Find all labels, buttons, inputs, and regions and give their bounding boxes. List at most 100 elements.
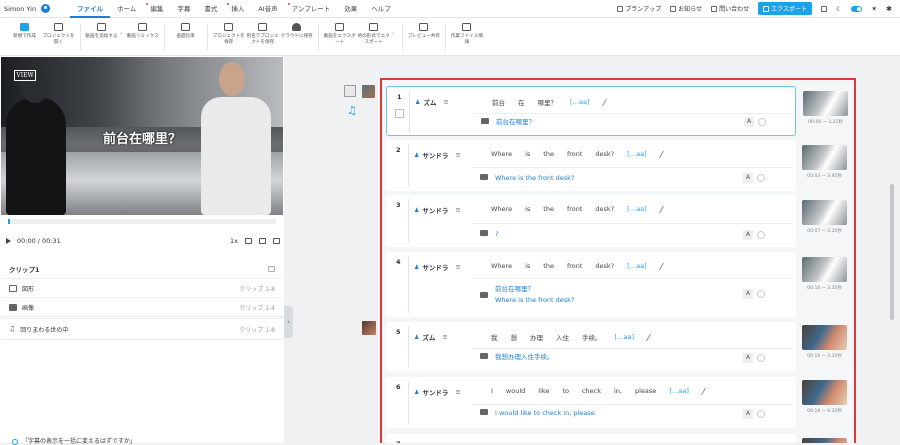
tool-save-as[interactable]: 別名でプロジェクトを保存 [246,18,279,45]
word-line[interactable]: 前台在哪里？ […aa] [492,97,607,107]
status-circle-icon[interactable] [757,231,765,239]
left-panel: VIEW 前台在哪里？ 00:00 / 00:31 1x クリップ1 図形 クリ… [0,56,284,443]
status-circle-icon[interactable] [757,290,765,298]
font-badge[interactable]: A [743,353,753,363]
word-line[interactable]: Where is the front desk? […aa] [491,150,664,158]
segment-row[interactable]: 6 ♟ サンドラ ≡ Iwould like to check in, please […aa… [386,377,847,428]
music-track-icon[interactable]: ♫ [347,104,357,117]
status-circle-icon[interactable] [757,174,765,182]
pencil-icon [652,205,664,213]
status-circle-icon[interactable] [757,354,765,362]
pin-icon[interactable]: ✶ [871,5,877,13]
speed-button[interactable]: 1x [230,237,238,245]
segment-row[interactable]: 2 ♟ サンドラ ≡ Where is the front desk? […aa] Wher… [386,140,847,191]
image-track-icon[interactable] [362,85,375,98]
segment-thumbnail[interactable]: 00:03 ~ 3.95秒 [802,145,847,179]
user-menu[interactable]: Simon Yin [0,4,70,13]
speaker-label[interactable]: ♟ サンドラ ≡ [414,387,461,397]
segment-row[interactable]: 4 ♟ サンドラ ≡ Where is the front desk? […aa] 前台在哪… [386,252,847,317]
chevron-down-icon[interactable]: ⌄ [119,30,123,36]
segment-thumbnail[interactable] [802,438,847,443]
segment-thumbnail[interactable]: 00:16 ~ 3.35秒 [802,325,847,359]
image-track-icon[interactable] [362,321,376,335]
menu-format[interactable]: 書式 [197,0,224,18]
segment-thumbnail[interactable]: 00:00 ~ 3.22秒 [803,91,848,125]
font-badge[interactable]: A [743,230,753,240]
grid-icon[interactable] [259,238,266,244]
tool-add-video[interactable]: 動画を追加する [85,18,118,40]
speaker-label[interactable]: ♟ サンドラ ≡ [414,262,461,272]
translation-line[interactable]: 我想办理入住手续。 [480,352,554,363]
font-badge[interactable]: A [744,117,754,127]
theme-toggle[interactable] [851,5,863,12]
word-line[interactable]: Iwould like to check in, please […aa] [491,387,706,395]
clip-row-image[interactable]: 画像 クリップ 1-4 [1,298,283,317]
video-seekbar[interactable] [8,219,276,224]
menu-template[interactable]: アンプレート [285,0,338,18]
menu-insert[interactable]: 挿入 [224,0,251,18]
menu-home[interactable]: ホーム [110,0,143,18]
font-badge[interactable]: A [743,173,753,183]
tool-ratio[interactable]: 画面比率 [169,18,202,40]
more-icon[interactable]: ✱ [886,5,892,13]
segment-thumbnail[interactable]: 00:10 ~ 3.35秒 [802,257,847,291]
screenshot-icon[interactable] [245,238,252,244]
moon-icon[interactable]: ☾ [836,5,842,13]
tag-icon: […aa] [627,262,647,270]
gear-icon[interactable] [820,5,827,12]
video-track-icon[interactable] [344,85,356,97]
menu-effects[interactable]: 効果 [337,0,364,18]
status-circle-icon[interactable] [757,410,765,418]
segment-thumbnail[interactable]: 00:07 ~ 3.20秒 [802,200,847,234]
segment-row[interactable]: 1 ♟ ズム ≡ 前台在哪里？ […aa] 前台在哪里？ A 00:00 ~ 3.2… [386,86,848,136]
translation-line[interactable]: ? [480,229,498,240]
word-line[interactable]: Where is the front desk? […aa] [491,205,664,213]
translation-line[interactable]: 前台在哪里？ Where is the front desk? [480,284,574,306]
fullscreen-icon[interactable] [273,238,280,244]
translation-line[interactable]: 前台在哪里？ [481,117,535,128]
tool-remix[interactable]: 動画リミックス [126,18,159,40]
menu-help[interactable]: ヘルプ [364,0,398,18]
translation-line[interactable]: I would like to check in, please. [480,408,597,419]
panel-scrollbar[interactable] [890,184,894,320]
font-badge[interactable]: A [743,289,753,299]
tool-export-video[interactable]: 動画をエクスポート [323,18,356,45]
font-badge[interactable]: A [743,409,753,419]
menu-subtitle[interactable]: 字幕 [170,0,197,18]
menu-ai-voice[interactable]: AI音声 [251,0,284,18]
segment-row[interactable]: 3 ♟ サンドラ ≡ Where is the front desk? […aa] ? A … [386,195,847,247]
menu-edit[interactable]: 編集 [143,0,170,18]
tool-file-info[interactable]: 作業ファイル情報 [450,18,483,45]
chevron-down-icon[interactable]: ⌄ [391,30,395,36]
share-icon[interactable] [268,265,275,272]
tool-preview-share[interactable]: プレビュー共有 [407,18,440,40]
word-line[interactable]: Where is the front desk? […aa] [491,262,664,270]
plan-up-button[interactable]: プランアップ [617,4,661,13]
segment-row[interactable]: 7 [386,434,847,443]
bottom-note[interactable]: 「字幕の表示を一括に変えるはずですか」 [12,436,136,445]
segment-row[interactable]: 5 ♟ ズム ≡ 我想办理 入住 手续。 […aa] 我想办理入住手续。 A 00:16… [386,322,847,371]
tool-open-project[interactable]: プロジェクトを開く [42,18,75,45]
speaker-label[interactable]: ♟ サンドラ ≡ [414,205,461,215]
notice-button[interactable]: お知らせ [670,4,702,13]
speaker-label[interactable]: ♟ ズム ≡ [415,97,449,107]
play-icon[interactable] [6,238,11,244]
clip-row-music[interactable]: ♫ 回りまわる世の中 クリップ 1-8 [1,318,283,340]
tool-cloud-save[interactable]: クラウドに保存 [280,18,313,40]
speaker-label[interactable]: ♟ サンドラ ≡ [414,150,461,160]
tool-export-format[interactable]: 他の形式でエクスポート [357,18,390,45]
tool-new[interactable]: 新規で作成 [8,18,41,40]
collapse-panel-button[interactable]: › [284,306,293,338]
menu-file[interactable]: ファイル [70,0,110,18]
speaker-label[interactable]: ♟ ズム ≡ [414,332,448,342]
status-circle-icon[interactable] [758,118,766,126]
export-button[interactable]: エクスポート [758,2,812,15]
translation-line[interactable]: Where is the front desk? [480,173,574,184]
segment-checkbox[interactable] [395,109,404,118]
tool-save[interactable]: プロジェクトを保存 [212,18,245,45]
video-preview[interactable]: VIEW 前台在哪里？ [1,57,283,215]
segment-thumbnail[interactable]: 00:19 ~ 4.30秒 [802,380,847,414]
clip-row-shape[interactable]: 図形 クリップ 1-8 [1,279,283,298]
contact-button[interactable]: 問い合わせ [711,4,749,13]
word-line[interactable]: 我想办理 入住 手续。 […aa] [491,332,652,342]
